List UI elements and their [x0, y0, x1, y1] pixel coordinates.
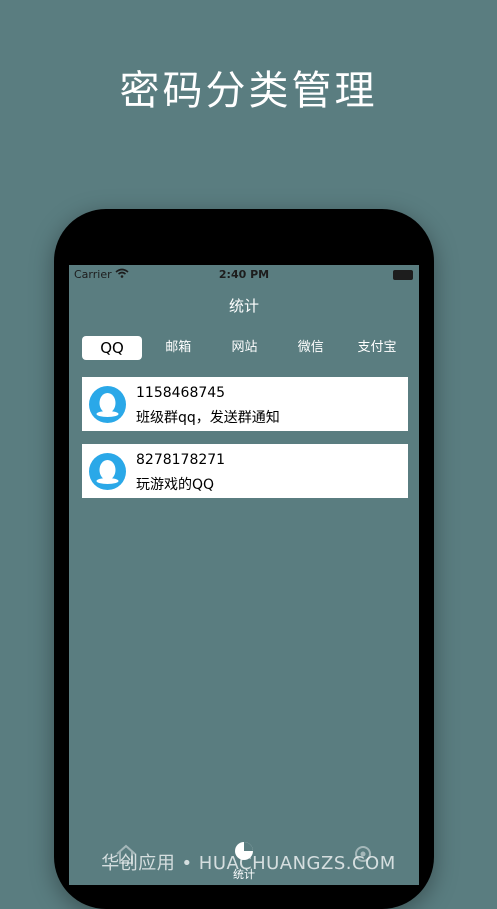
category-tabs: QQ 邮箱 网站 微信 支付宝 — [82, 335, 407, 361]
account-note: 班级群qq，发送群通知 — [136, 410, 280, 426]
account-number: 1158468745 — [136, 385, 226, 401]
status-bar: Carrier 2:40 PM — [69, 265, 419, 283]
list-item[interactable]: 1158468745 班级群qq，发送群通知 — [82, 377, 408, 431]
list-item[interactable]: 8278178271 玩游戏的QQ — [82, 444, 408, 498]
nav-title: 统计 — [228, 297, 259, 315]
battery-icon — [393, 270, 413, 280]
tab-website[interactable]: 网站 — [215, 336, 275, 360]
phone-frame: Carrier 2:40 PM 统计 QQ 邮箱 网站 微信 支付宝 11584… — [54, 209, 434, 909]
account-number: 8278178271 — [136, 452, 226, 468]
app-screen: Carrier 2:40 PM 统计 QQ 邮箱 网站 微信 支付宝 11584… — [69, 265, 419, 885]
tab-email[interactable]: 邮箱 — [148, 336, 208, 360]
qq-penguin-icon — [89, 453, 126, 490]
tab-qq[interactable]: QQ — [82, 336, 142, 360]
account-note: 玩游戏的QQ — [136, 477, 215, 493]
watermark: 华创应用 • HUACHUANGZS.COM — [101, 853, 396, 874]
clock: 2:40 PM — [218, 268, 270, 281]
promo-headline: 密码分类管理 — [119, 68, 378, 114]
tab-wechat[interactable]: 微信 — [281, 336, 341, 360]
tab-alipay[interactable]: 支付宝 — [347, 336, 407, 360]
qq-penguin-icon — [89, 386, 126, 423]
